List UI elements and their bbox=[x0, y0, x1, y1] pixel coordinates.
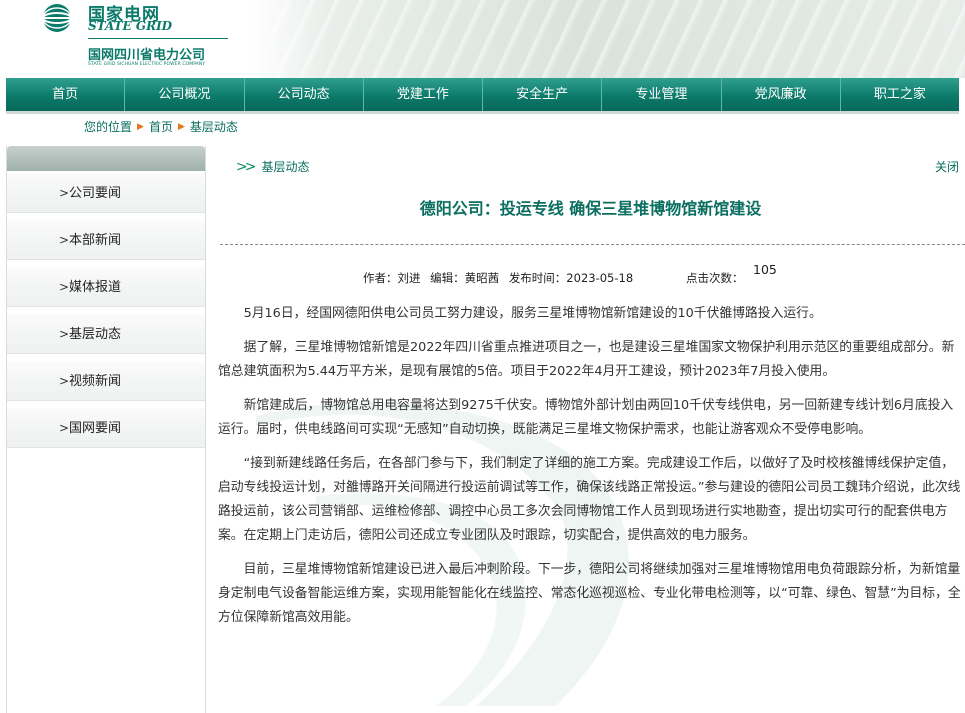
chevron-right-icon: > bbox=[59, 327, 70, 341]
section-title: 基层动态 bbox=[261, 160, 310, 174]
article-paragraph: 目前，三星堆博物馆新馆建设已进入最后冲刺阶段。下一步，德阳公司将继续加强对三星堆… bbox=[218, 562, 961, 625]
triangle-right-icon: ▶ bbox=[137, 121, 144, 132]
chevron-right-icon: > bbox=[59, 374, 70, 388]
sidebar-item-video-news[interactable]: >视频新闻 bbox=[7, 361, 205, 401]
article-meta: 作者：刘进 编辑：黄昭茜 发布时间：2023-05-18 bbox=[363, 270, 639, 286]
article-editor: 编辑：黄昭茜 bbox=[430, 271, 500, 285]
state-grid-globe-icon bbox=[42, 4, 72, 32]
breadcrumb: 您的位置 ▶ 首页 ▶ 基层动态 bbox=[84, 118, 238, 135]
article-paragraph: 5月16日，经国网德阳供电公司员工努力建设，服务三星堆博物馆新馆建设的10千伏雒… bbox=[243, 306, 822, 321]
sidebar-item-label: 国网要闻 bbox=[69, 421, 122, 436]
sidebar-item-label: 本部新闻 bbox=[69, 233, 122, 248]
close-link[interactable]: 关闭 bbox=[935, 158, 959, 175]
article-title: 德阳公司：投运专线 确保三星堆博物馆新馆建设 bbox=[419, 199, 762, 218]
sidebar-header-bar bbox=[7, 146, 205, 171]
sidebar-item-label: 媒体报道 bbox=[69, 280, 122, 295]
article-publish-date: 发布时间：2023-05-18 bbox=[508, 271, 634, 285]
sidebar: >公司要闻 >本部新闻 >媒体报道 >基层动态 >视频新闻 >国网要闻 bbox=[6, 146, 206, 713]
sidebar-item-company-news[interactable]: >公司要闻 bbox=[7, 173, 205, 213]
sidebar-item-label: 基层动态 bbox=[69, 327, 122, 342]
article-paragraph: “接到新建线路任务后，在各部门参与下，我们制定了详细的施工方案。完成建设工作后，… bbox=[218, 456, 961, 543]
double-chevron-right-icon: >> bbox=[236, 158, 257, 175]
sidebar-item-grassroots[interactable]: >基层动态 bbox=[7, 314, 205, 354]
nav-item-integrity[interactable]: 党风廉政 bbox=[722, 78, 841, 111]
chevron-right-icon: > bbox=[59, 280, 70, 294]
hit-count-label: 点击次数： bbox=[686, 271, 744, 285]
article-author: 作者：刘进 bbox=[363, 271, 421, 285]
sidebar-item-media-reports[interactable]: >媒体报道 bbox=[7, 267, 205, 307]
title-divider bbox=[220, 244, 965, 245]
section-header: >> 基层动态 bbox=[236, 158, 309, 175]
triangle-right-icon: ▶ bbox=[177, 121, 185, 132]
article-body: 5月16日，经国网德阳供电公司员工努力建设，服务三星堆博物馆新馆建设的10千伏雒… bbox=[218, 296, 965, 630]
sidebar-item-label: 视频新闻 bbox=[69, 374, 122, 389]
breadcrumb-home-link[interactable]: 首页 bbox=[149, 118, 173, 135]
logo-divider bbox=[88, 38, 228, 39]
nav-item-party-building[interactable]: 党建工作 bbox=[364, 78, 483, 111]
nav-item-home[interactable]: 首页 bbox=[6, 78, 126, 111]
company-name-cn: 国网四川省电力公司 bbox=[88, 48, 206, 63]
article-panel: >> 基层动态 关闭 德阳公司：投运专线 确保三星堆博物馆新馆建设 作者：刘进 … bbox=[216, 146, 965, 713]
breadcrumb-label: 您的位置 bbox=[84, 120, 133, 134]
sidebar-item-label: 公司要闻 bbox=[69, 186, 122, 201]
site-header: 国家电网 STATE GRID 国网四川省电力公司 STATE GRID SIC… bbox=[0, 0, 965, 78]
nav-item-safety[interactable]: 安全生产 bbox=[483, 78, 603, 111]
sidebar-item-hq-news[interactable]: >本部新闻 bbox=[7, 220, 205, 260]
hit-count-value: 105 bbox=[753, 262, 777, 277]
company-name-en: STATE GRID SICHUAN ELECTRIC POWER COMPAN… bbox=[88, 62, 206, 67]
article-paragraph: 据了解，三星堆博物馆新馆是2022年四川省重点推进项目之一，也是建设三星堆国家文… bbox=[218, 340, 955, 379]
header-banner-decoration bbox=[270, 0, 965, 78]
breadcrumb-current-link[interactable]: 基层动态 bbox=[190, 118, 238, 135]
logo-text-en: STATE GRID bbox=[88, 19, 173, 33]
chevron-right-icon: > bbox=[59, 186, 70, 200]
nav-item-overview[interactable]: 公司概况 bbox=[125, 78, 245, 111]
nav-item-staff-home[interactable]: 职工之家 bbox=[841, 78, 959, 111]
nav-item-management[interactable]: 专业管理 bbox=[602, 78, 722, 111]
chevron-right-icon: > bbox=[59, 421, 70, 435]
sidebar-item-sgcc-news[interactable]: >国网要闻 bbox=[7, 408, 205, 448]
main-nav: 首页 公司概况 公司动态 党建工作 安全生产 专业管理 党风廉政 职工之家 bbox=[6, 78, 959, 111]
article-paragraph: 新馆建成后，博物馆总用电容量将达到9275千伏安。博物馆外部计划由两回10千伏专… bbox=[218, 398, 954, 437]
chevron-right-icon: > bbox=[59, 233, 70, 247]
nav-item-news[interactable]: 公司动态 bbox=[245, 78, 364, 111]
nav-divider bbox=[6, 111, 959, 114]
